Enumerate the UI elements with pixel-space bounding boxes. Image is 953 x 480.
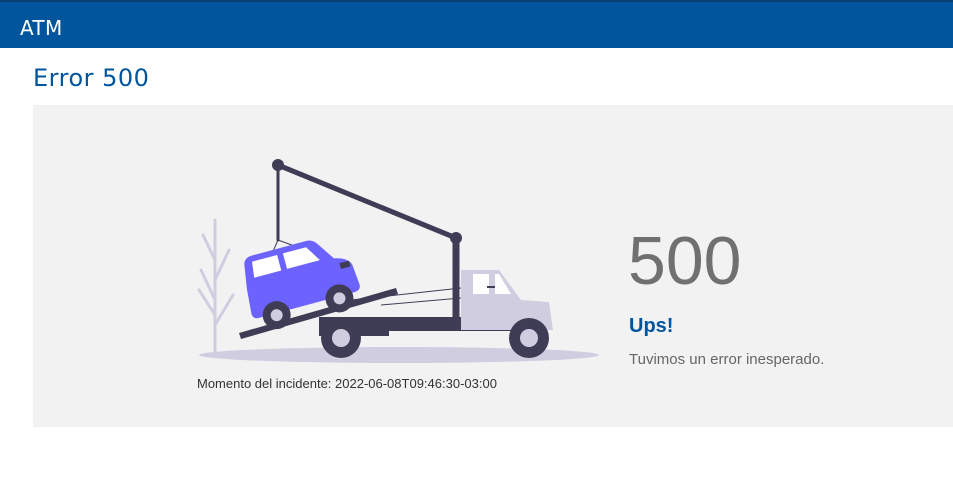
error-code: 500 xyxy=(628,223,742,299)
error-headline: Ups! xyxy=(629,315,674,337)
tow-truck-illustration xyxy=(197,159,599,363)
incident-timestamp: Momento del incidente: 2022-06-08T09:46:… xyxy=(197,376,497,391)
error-message: Tuvimos un error inesperado. xyxy=(629,351,825,368)
page-title: Error 500 xyxy=(33,64,150,92)
app-title[interactable]: ATM xyxy=(20,16,63,40)
error-panel: Momento del incidente: 2022-06-08T09:46:… xyxy=(33,105,953,427)
top-navbar: ATM xyxy=(0,0,953,48)
plant-icon xyxy=(197,218,235,357)
